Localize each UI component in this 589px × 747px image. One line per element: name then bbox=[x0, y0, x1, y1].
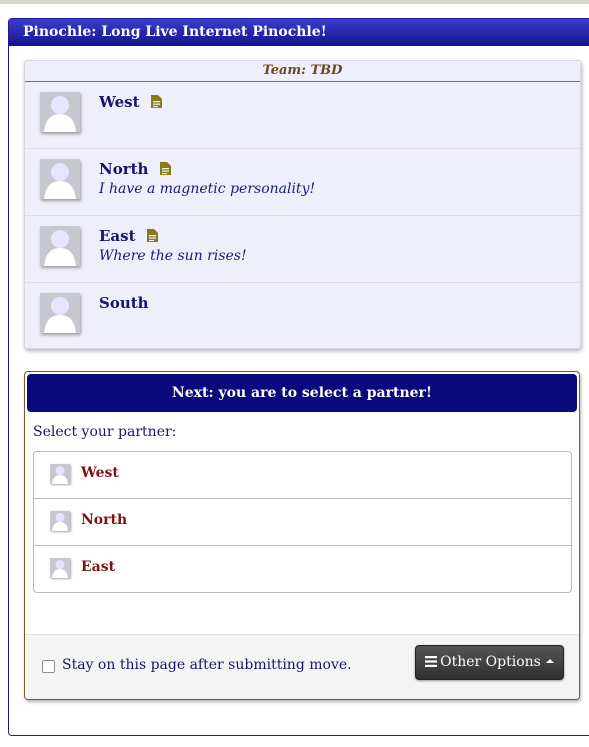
player-row-east: East Where the sun rises! bbox=[25, 216, 580, 283]
hamburger-icon bbox=[425, 647, 438, 680]
document-icon[interactable] bbox=[150, 94, 162, 112]
other-options-label: Other Options bbox=[440, 654, 541, 670]
document-icon[interactable] bbox=[146, 228, 158, 246]
document-icon[interactable] bbox=[159, 161, 171, 179]
partner-choice-list: West North East bbox=[33, 451, 572, 593]
player-name: South bbox=[99, 294, 149, 312]
partner-selection-panel: Next: you are to select a partner! Selec… bbox=[24, 371, 580, 700]
partner-choice-west[interactable]: West bbox=[34, 452, 571, 499]
next-action-banner: Next: you are to select a partner! bbox=[27, 374, 577, 412]
team-panel: Team: TBD West North I have a magnetic p… bbox=[24, 60, 581, 349]
avatar-icon bbox=[50, 464, 70, 484]
top-border bbox=[0, 0, 589, 4]
partner-choice-label: West bbox=[81, 465, 119, 481]
player-name: North bbox=[99, 160, 149, 178]
player-row-west: West bbox=[25, 82, 580, 149]
avatar-icon bbox=[40, 226, 80, 266]
partner-choice-north[interactable]: North bbox=[34, 499, 571, 546]
avatar-icon bbox=[40, 159, 80, 199]
stay-on-page-label[interactable]: Stay on this page after submitting move. bbox=[62, 657, 352, 673]
player-quote: Where the sun rises! bbox=[99, 248, 247, 264]
avatar-icon bbox=[40, 92, 80, 132]
avatar-icon bbox=[40, 293, 80, 333]
partner-choice-label: North bbox=[81, 512, 128, 528]
avatar-icon bbox=[50, 558, 70, 578]
window-title: Pinochle: Long Live Internet Pinochle! bbox=[9, 19, 589, 46]
player-row-north: North I have a magnetic personality! bbox=[25, 149, 580, 216]
caret-up-icon bbox=[545, 659, 554, 663]
avatar-icon bbox=[50, 511, 70, 531]
player-quote: I have a magnetic personality! bbox=[99, 181, 316, 197]
panel-footer: Stay on this page after submitting move.… bbox=[25, 634, 579, 699]
partner-choice-east[interactable]: East bbox=[34, 546, 571, 592]
other-options-button[interactable]: Other Options bbox=[415, 645, 564, 680]
player-row-south: South bbox=[25, 283, 580, 348]
partner-choice-label: East bbox=[81, 559, 116, 575]
stay-on-page-checkbox[interactable] bbox=[42, 660, 55, 673]
partner-prompt: Select your partner: bbox=[33, 424, 177, 440]
team-title: Team: TBD bbox=[25, 61, 580, 82]
player-name: East bbox=[99, 227, 136, 245]
player-name: West bbox=[99, 93, 140, 111]
